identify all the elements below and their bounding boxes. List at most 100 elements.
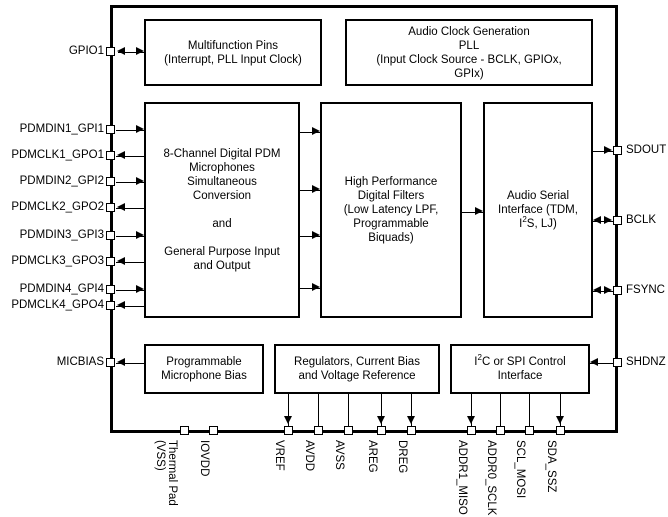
pin-pad-sda-ssz[interactable] xyxy=(556,426,565,435)
pin-pad-micbias[interactable] xyxy=(106,358,115,367)
arrow-pdmdin3 xyxy=(136,231,144,239)
pin-pad-pdmdin1-gpi1[interactable] xyxy=(106,125,115,134)
block-pdm-line7: and Output xyxy=(193,260,251,272)
block-control-line1: I2C or SPI Control xyxy=(474,354,566,369)
block-multifunction-pins: Multifunction Pins (Interrupt, PLL Input… xyxy=(144,19,322,86)
pin-pad-iovdd[interactable] xyxy=(209,426,218,435)
block-pdm-line6: General Purpose Input xyxy=(164,246,280,258)
block-pdm-line4: Conversion xyxy=(192,190,252,202)
pin-label-pdmclk2-gpo2: PDMCLK2_GPO2 xyxy=(11,201,104,213)
pin-pad-addr0-sclk[interactable] xyxy=(496,426,505,435)
arrow-pdmclk2 xyxy=(117,203,125,211)
pin-label-bclk: BCLK xyxy=(626,214,657,226)
pin-pad-avdd[interactable] xyxy=(314,426,323,435)
wire-avss xyxy=(348,394,349,428)
pin-pad-sdout[interactable] xyxy=(613,146,622,155)
block-multifunction-pins-line1: Multifunction Pins xyxy=(187,39,279,52)
pin-label-thermal-pad-line2: (VSS) xyxy=(154,440,166,471)
arrow-micbias xyxy=(117,358,125,366)
block-control-line1-post: C or SPI Control xyxy=(481,356,566,368)
pin-label-avdd: AVDD xyxy=(303,440,315,472)
pin-label-micbias: MICBIAS xyxy=(56,356,104,368)
block-pdm-spacer2 xyxy=(164,231,281,245)
wire-avdd xyxy=(318,394,319,428)
block-regulators-line1: Regulators, Current Bias xyxy=(294,356,420,368)
arrow-addr1-miso xyxy=(467,416,475,424)
pin-label-pdmclk4-gpo4: PDMCLK4_GPO4 xyxy=(11,299,104,311)
arrow-fsync-left xyxy=(593,286,601,294)
block-pdm-spacer1 xyxy=(164,203,281,217)
block-pdm-line3: Simultaneous xyxy=(187,176,257,188)
block-control-interface: I2C or SPI Control Interface xyxy=(450,344,590,394)
arrow-pdmclk3 xyxy=(117,257,125,265)
pin-label-iovdd: IOVDD xyxy=(198,440,210,477)
pin-pad-scl-mosi[interactable] xyxy=(525,426,534,435)
pin-label-sda-ssz: SDA_SSZ xyxy=(545,440,557,493)
arrow-pdmclk1 xyxy=(117,151,125,159)
pin-pad-pdmclk3-gpo3[interactable] xyxy=(106,257,115,266)
arrow-fsync-right xyxy=(604,286,612,294)
block-filters-line4: Programmable xyxy=(353,218,429,230)
arrow-pdm-to-filters-2 xyxy=(312,185,320,193)
pin-label-areg: AREG xyxy=(366,440,378,473)
arrow-vref xyxy=(284,416,292,424)
pin-pad-thermal-pad[interactable] xyxy=(180,426,189,435)
pin-pad-vref[interactable] xyxy=(284,426,293,435)
block-filters-line5: Biquads) xyxy=(368,232,414,244)
block-filters-line2: Digital Filters xyxy=(357,190,425,202)
pin-pad-pdmclk1-gpo1[interactable] xyxy=(106,151,115,160)
arrow-pdm-to-filters-1 xyxy=(312,127,320,135)
pin-label-pdmdin4-gpi4: PDMDIN4_GPI4 xyxy=(19,283,104,295)
arrow-pdmdin4 xyxy=(136,285,144,293)
arrow-pdmdin1 xyxy=(136,125,144,133)
pin-pad-pdmclk4-gpo4[interactable] xyxy=(106,301,115,310)
wire-addr0-sclk xyxy=(500,394,501,428)
pin-pad-fsync[interactable] xyxy=(613,286,622,295)
pin-pad-pdmdin3-gpi3[interactable] xyxy=(106,231,115,240)
block-audio-serial-interface: Audio Serial Interface (TDM, I2S, LJ) xyxy=(483,102,593,318)
arrow-pdmdin2 xyxy=(136,177,144,185)
pin-label-addr0-sclk: ADDR0_SCLK xyxy=(485,440,497,516)
block-audio-clock-line1: Audio Clock Generation xyxy=(408,25,530,38)
pin-pad-pdmdin2-gpi2[interactable] xyxy=(106,177,115,186)
block-audio-clock-line3: (Input Clock Source - BCLK, GPIOx, xyxy=(376,53,562,66)
pin-label-scl-mosi: SCL_MOSI xyxy=(514,440,526,499)
arrow-areg xyxy=(377,416,385,424)
pin-pad-pdmdin4-gpi4[interactable] xyxy=(106,285,115,294)
block-audio-clock-line2: PLL xyxy=(458,39,480,52)
block-multifunction-pins-line2: (Interrupt, PLL Input Clock) xyxy=(164,53,302,66)
arrow-bclk-right xyxy=(604,216,612,224)
pin-label-addr1-miso: ADDR1_MISO xyxy=(456,440,468,515)
block-digital-filters: High Performance Digital Filters (Low La… xyxy=(320,102,462,318)
block-asi-line3: I2S, LJ) xyxy=(498,216,578,231)
arrow-shdnz xyxy=(590,358,598,366)
pin-label-pdmclk3-gpo3: PDMCLK3_GPO3 xyxy=(11,255,104,267)
arrow-gpio1-right xyxy=(136,47,144,55)
pin-pad-dreg[interactable] xyxy=(407,426,416,435)
pin-pad-bclk[interactable] xyxy=(613,216,622,225)
block-regulators: Regulators, Current Bias and Voltage Ref… xyxy=(274,344,440,394)
pin-pad-pdmclk2-gpo2[interactable] xyxy=(106,203,115,212)
pin-label-pdmdin1-gpi1: PDMDIN1_GPI1 xyxy=(19,123,104,135)
pin-pad-avss[interactable] xyxy=(344,426,353,435)
arrow-sdout xyxy=(604,146,612,154)
pin-pad-addr1-miso[interactable] xyxy=(467,426,476,435)
pin-label-fsync: FSYNC xyxy=(626,284,665,296)
arrow-filters-to-asi xyxy=(475,207,483,215)
pin-label-pdmdin2-gpi2: PDMDIN2_GPI2 xyxy=(19,175,104,187)
arrow-bclk-left xyxy=(593,216,601,224)
block-pdm-line1: 8-Channel Digital PDM xyxy=(163,148,281,160)
block-pdm-microphones: 8-Channel Digital PDM Microphones Simult… xyxy=(144,102,300,318)
pin-pad-gpio1[interactable] xyxy=(106,47,115,56)
block-audio-clock-generation: Audio Clock Generation PLL (Input Clock … xyxy=(345,19,593,86)
block-control-line2: Interface xyxy=(497,370,543,382)
pin-pad-shdnz[interactable] xyxy=(613,358,622,367)
block-regulators-line2: and Voltage Reference xyxy=(298,370,416,382)
block-filters-line1: High Performance xyxy=(344,176,438,188)
block-pdm-line2: Microphones xyxy=(189,162,255,174)
pin-label-pdmclk1-gpo1: PDMCLK1_GPO1 xyxy=(11,149,104,161)
block-micbias-line1: Programmable xyxy=(166,356,242,368)
pin-pad-areg[interactable] xyxy=(377,426,386,435)
arrow-pdmclk4 xyxy=(117,301,125,309)
arrow-sda-ssz xyxy=(556,416,564,424)
